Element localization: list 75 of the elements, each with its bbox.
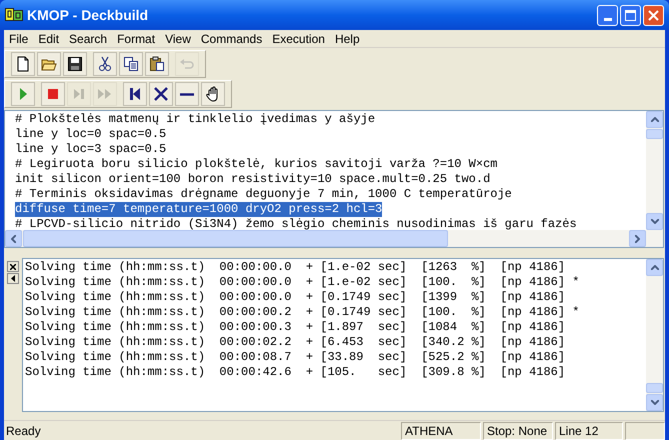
vertical-scrollbar[interactable] xyxy=(646,259,663,411)
horizontal-scrollbar[interactable] xyxy=(5,230,663,247)
document-icon xyxy=(15,56,31,72)
close-icon xyxy=(10,264,16,270)
output-line: Solving time (hh:mm:ss.t) 00:00:00.0 + [1.e-02 sec] [100. %] [np 4186] * xyxy=(25,275,580,290)
menu-item[interactable]: Commands xyxy=(196,30,268,48)
hand-button[interactable] xyxy=(201,82,225,106)
code-line: # LPCVD-silicio nitrido (Si3N4) žemo slėgio cheminis nusodinimas iš garu fazės xyxy=(15,217,577,230)
scroll-down-button[interactable] xyxy=(646,394,663,411)
resize-grip[interactable] xyxy=(625,422,665,440)
scroll-up-button[interactable] xyxy=(646,111,663,128)
clipboard-icon xyxy=(149,56,165,72)
code-line: init silicon orient=100 boron resistivity=10 space.mult=0.25 two.d xyxy=(15,172,490,187)
scroll-left-button[interactable] xyxy=(5,230,22,247)
close-button[interactable] xyxy=(643,4,664,26)
menu-item[interactable]: Format xyxy=(112,30,160,48)
play-button[interactable] xyxy=(11,82,35,106)
status-pane: Line 12 xyxy=(555,422,623,440)
scissors-button[interactable] xyxy=(93,52,117,76)
output-line: Solving time (hh:mm:ss.t) 00:00:00.2 + [0.1749 sec] [100. %] [np 4186] * xyxy=(25,305,580,320)
scroll-thumb[interactable] xyxy=(646,129,663,139)
close-pane-button[interactable] xyxy=(7,261,19,272)
cross-button[interactable] xyxy=(149,82,173,106)
menu-item[interactable]: File xyxy=(4,30,34,48)
fast-forward-icon xyxy=(97,86,113,102)
undo-icon xyxy=(179,56,195,72)
floppy-disk-button[interactable] xyxy=(63,52,87,76)
status-message: Ready xyxy=(5,422,42,440)
scroll-down-button[interactable] xyxy=(646,213,663,230)
output-line: Solving time (hh:mm:ss.t) 00:00:08.7 + [33.89 sec] [525.2 %] [np 4186] xyxy=(25,350,566,365)
output-line: Solving time (hh:mm:ss.t) 00:00:00.3 + [1.897 sec] [1084 %] [np 4186] xyxy=(25,320,566,335)
window-title: KMOP - Deckbuild xyxy=(27,6,148,24)
vertical-scrollbar[interactable] xyxy=(646,111,663,230)
code-line: line y loc=0 spac=0.5 xyxy=(15,127,166,142)
code-line: # Terminis oksidavimas drėgname deguonyje 7 min, 1000 C temperatūroje xyxy=(15,187,512,202)
copy-button[interactable] xyxy=(119,52,143,76)
folder-button[interactable] xyxy=(37,52,61,76)
output-line: Solving time (hh:mm:ss.t) 00:00:00.0 + [1.e-02 sec] [1263 %] [np 4186] xyxy=(25,260,566,275)
copy-icon xyxy=(123,56,139,72)
status-pane: ATHENA xyxy=(401,422,481,440)
app-icon xyxy=(5,8,23,22)
menu-item[interactable]: Execution xyxy=(267,30,330,48)
stop-icon xyxy=(45,86,61,102)
status-pane: Stop: None xyxy=(483,422,553,440)
left-triangle-icon xyxy=(11,275,15,282)
menu-item[interactable]: Edit xyxy=(33,30,64,48)
scroll-thumb[interactable] xyxy=(23,230,448,247)
menu-item[interactable]: Search xyxy=(64,30,112,48)
step-icon xyxy=(71,86,87,102)
stop-button[interactable] xyxy=(41,82,65,106)
output-line: Solving time (hh:mm:ss.t) 00:00:02.2 + [6.453 sec] [340.2 %] [np 4186] xyxy=(25,335,566,350)
skip-back-button[interactable] xyxy=(123,82,147,106)
scroll-up-button[interactable] xyxy=(646,259,663,276)
output-line: Solving time (hh:mm:ss.t) 00:00:00.0 + [0.1749 sec] [1399 %] [np 4186] xyxy=(25,290,566,305)
minimize-icon xyxy=(604,18,612,20)
output-line: Solving time (hh:mm:ss.t) 00:00:42.6 + [105. sec] [309.8 %] [np 4186] xyxy=(25,365,566,380)
code-line: line y loc=3 spac=0.5 xyxy=(15,142,166,157)
maximize-icon xyxy=(625,10,636,20)
dash-icon xyxy=(180,92,194,96)
scissors-icon xyxy=(97,56,113,72)
dash-button[interactable] xyxy=(175,82,199,106)
minimize-button[interactable] xyxy=(597,4,618,26)
menu-item[interactable]: Help xyxy=(330,30,365,48)
collapse-pane-button[interactable] xyxy=(7,273,19,284)
scroll-right-button[interactable] xyxy=(629,230,646,247)
skip-back-icon xyxy=(127,86,143,102)
maximize-button[interactable] xyxy=(620,4,641,26)
close-icon xyxy=(648,10,659,20)
cross-icon xyxy=(153,86,169,102)
scroll-thumb[interactable] xyxy=(646,383,663,393)
code-line: # Plokštelės matmenų ir tinklelio įvedimas y ašyje xyxy=(15,112,376,127)
code-line: # Legiruota boru silicio plokštelė, kurios savitoji varža ?=10 W×cm xyxy=(15,157,498,172)
menu-item[interactable]: View xyxy=(160,30,196,48)
clipboard-button[interactable] xyxy=(145,52,169,76)
document-button[interactable] xyxy=(11,52,35,76)
